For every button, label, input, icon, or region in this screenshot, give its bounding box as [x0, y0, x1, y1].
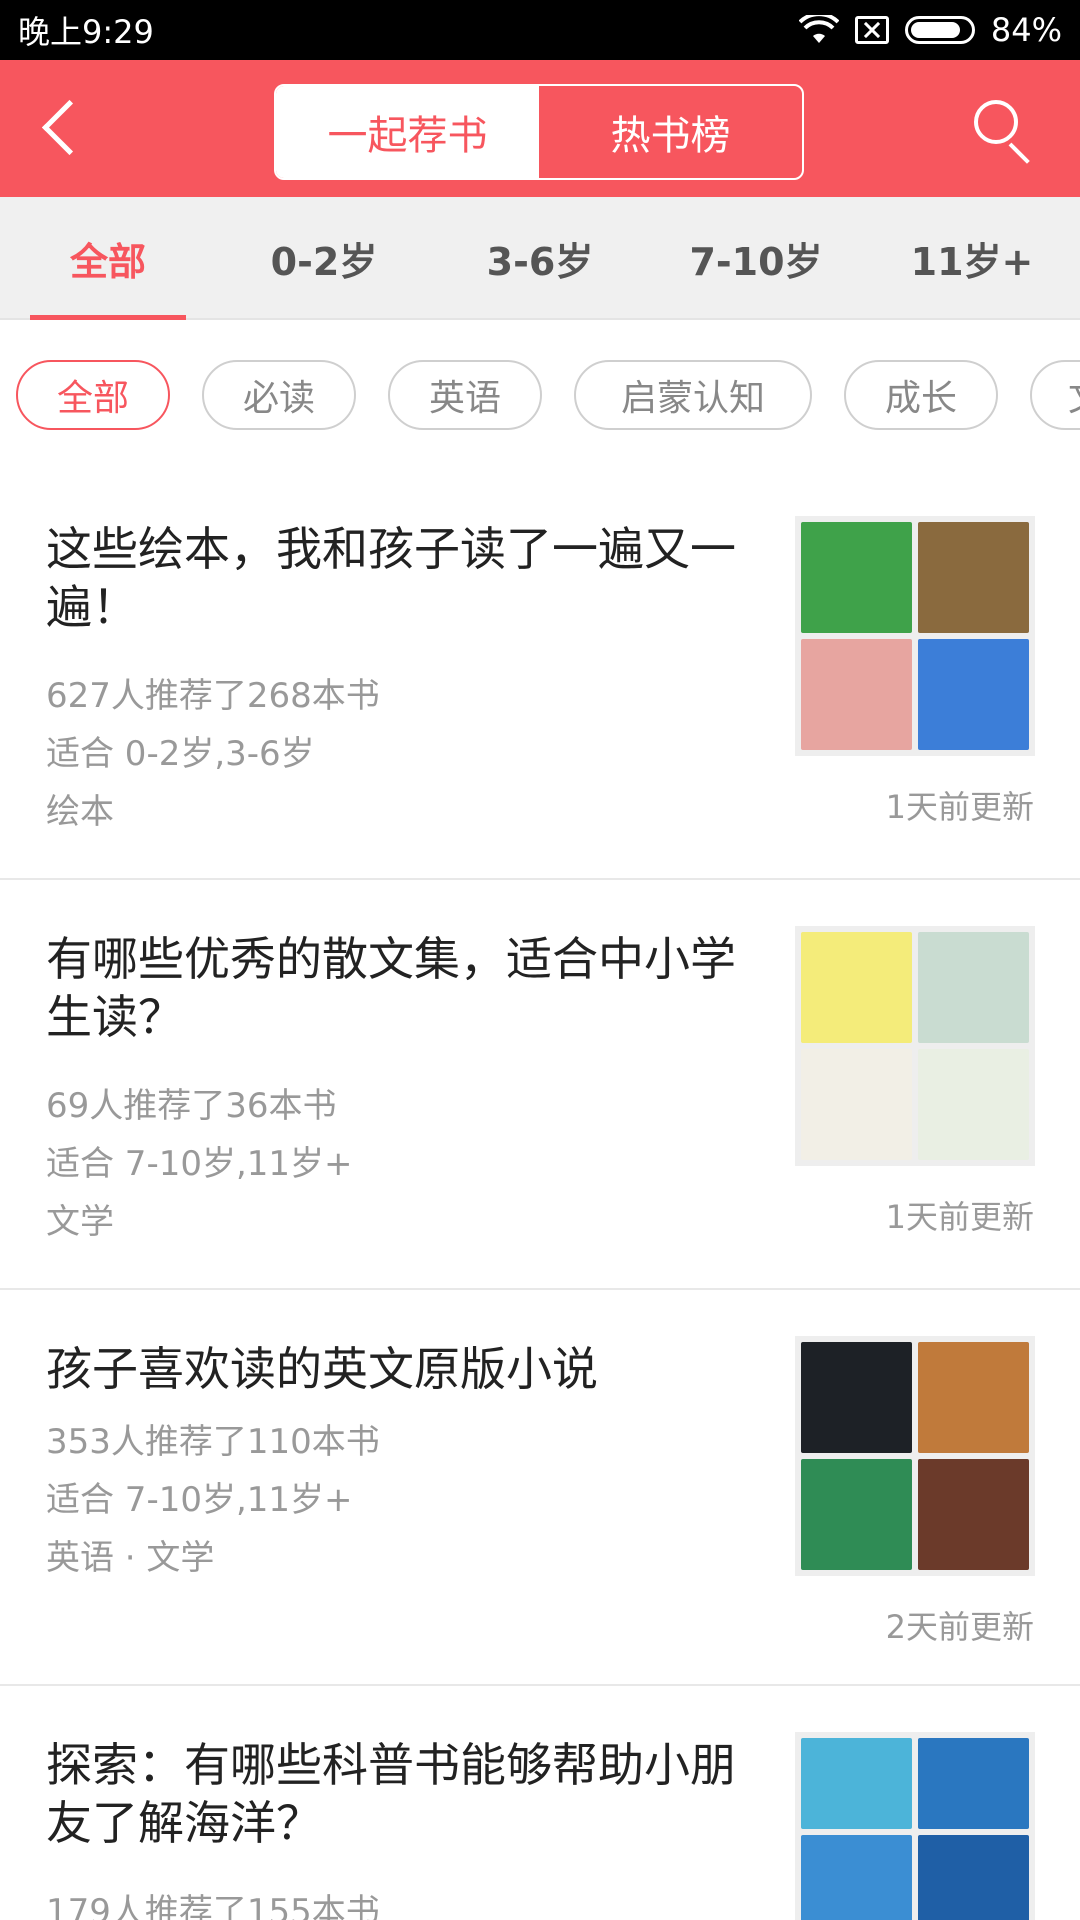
book-cover — [918, 1342, 1029, 1453]
book-cover-grid[interactable] — [795, 1732, 1035, 1920]
battery-icon — [904, 16, 975, 44]
status-time: 晚上9:29 — [18, 13, 154, 51]
header-bar: 一起荐书 热书榜 — [0, 60, 1080, 197]
chip-growth[interactable]: 成长 — [844, 360, 998, 430]
age-tab-7-10[interactable]: 7-10岁 — [648, 197, 864, 320]
list-item[interactable]: 有哪些优秀的散文集，适合中小学生读？ 69人推荐了36本书 适合 7-10岁,1… — [0, 880, 1080, 1290]
category-chips: 全部 必读 英语 启蒙认知 成长 文 — [0, 320, 1080, 470]
age-tab-3-6[interactable]: 3-6岁 — [432, 197, 648, 320]
recommend-count: 179人推荐了155本书 — [46, 1892, 380, 1920]
list-item-title[interactable]: 这些绘本，我和孩子读了一遍又一遍！ — [46, 520, 746, 636]
book-cover-grid[interactable] — [795, 516, 1035, 756]
book-cover — [801, 1049, 912, 1160]
chip-literature[interactable]: 文 — [1030, 360, 1080, 430]
age-range: 适合 7-10岁,11岁+ — [46, 1480, 353, 1520]
age-tab-0-2[interactable]: 0-2岁 — [216, 197, 432, 320]
age-range: 适合 7-10岁,11岁+ — [46, 1144, 353, 1184]
list-item-title[interactable]: 有哪些优秀的散文集，适合中小学生读？ — [46, 930, 746, 1046]
chip-english[interactable]: 英语 — [388, 360, 542, 430]
recommend-count: 353人推荐了110本书 — [46, 1422, 380, 1462]
book-cover — [801, 1835, 912, 1920]
book-cover — [918, 639, 1029, 750]
age-tabs: 全部 0-2岁 3-6岁 7-10岁 11岁+ — [0, 197, 1080, 320]
recommend-count: 69人推荐了36本书 — [46, 1086, 337, 1126]
no-sim-icon — [854, 16, 889, 44]
chip-enlightenment[interactable]: 启蒙认知 — [574, 360, 812, 430]
age-range: 适合 0-2岁,3-6岁 — [46, 734, 315, 774]
item-tags: 文学 — [46, 1202, 114, 1242]
recommend-count: 627人推荐了268本书 — [46, 676, 380, 716]
list-item[interactable]: 探索：有哪些科普书能够帮助小朋友了解海洋？ 179人推荐了155本书 — [0, 1686, 1080, 1920]
update-time: 1天前更新 — [885, 1198, 1034, 1236]
tab-recommend-together[interactable]: 一起荐书 — [276, 86, 539, 178]
book-cover — [801, 932, 912, 1043]
book-cover — [918, 1049, 1029, 1160]
list-item-title[interactable]: 孩子喜欢读的英文原版小说 — [46, 1340, 746, 1398]
book-cover — [801, 1738, 912, 1829]
item-tags: 绘本 — [46, 792, 114, 832]
book-cover — [918, 522, 1029, 633]
search-icon[interactable] — [970, 96, 1040, 166]
list-item-title[interactable]: 探索：有哪些科普书能够帮助小朋友了解海洋？ — [46, 1736, 746, 1852]
book-cover — [918, 1738, 1029, 1829]
list-item[interactable]: 这些绘本，我和孩子读了一遍又一遍！ 627人推荐了268本书 适合 0-2岁,3… — [0, 470, 1080, 880]
chip-must-read[interactable]: 必读 — [202, 360, 356, 430]
update-time: 2天前更新 — [885, 1608, 1034, 1646]
age-tab-all[interactable]: 全部 — [0, 197, 216, 320]
wifi-icon — [798, 15, 839, 43]
book-cover-grid[interactable] — [795, 926, 1035, 1166]
book-cover — [801, 1459, 912, 1570]
segmented-control: 一起荐书 热书榜 — [274, 84, 804, 180]
book-cover — [918, 1459, 1029, 1570]
book-cover — [801, 1342, 912, 1453]
back-icon[interactable] — [36, 96, 100, 160]
status-icons: 84% — [798, 11, 1062, 49]
chip-all[interactable]: 全部 — [16, 360, 170, 430]
book-cover — [918, 1835, 1029, 1920]
update-time: 1天前更新 — [885, 788, 1034, 826]
status-bar: 晚上9:29 84% — [0, 0, 1080, 60]
book-cover — [801, 522, 912, 633]
list-item[interactable]: 孩子喜欢读的英文原版小说 353人推荐了110本书 适合 7-10岁,11岁+ … — [0, 1290, 1080, 1686]
book-cover — [801, 639, 912, 750]
tab-hot-books[interactable]: 热书榜 — [539, 86, 802, 178]
age-tab-11-plus[interactable]: 11岁+ — [864, 197, 1080, 320]
book-cover-grid[interactable] — [795, 1336, 1035, 1576]
item-tags: 英语 · 文学 — [46, 1538, 215, 1578]
book-cover — [918, 932, 1029, 1043]
battery-level: 84% — [990, 11, 1062, 49]
